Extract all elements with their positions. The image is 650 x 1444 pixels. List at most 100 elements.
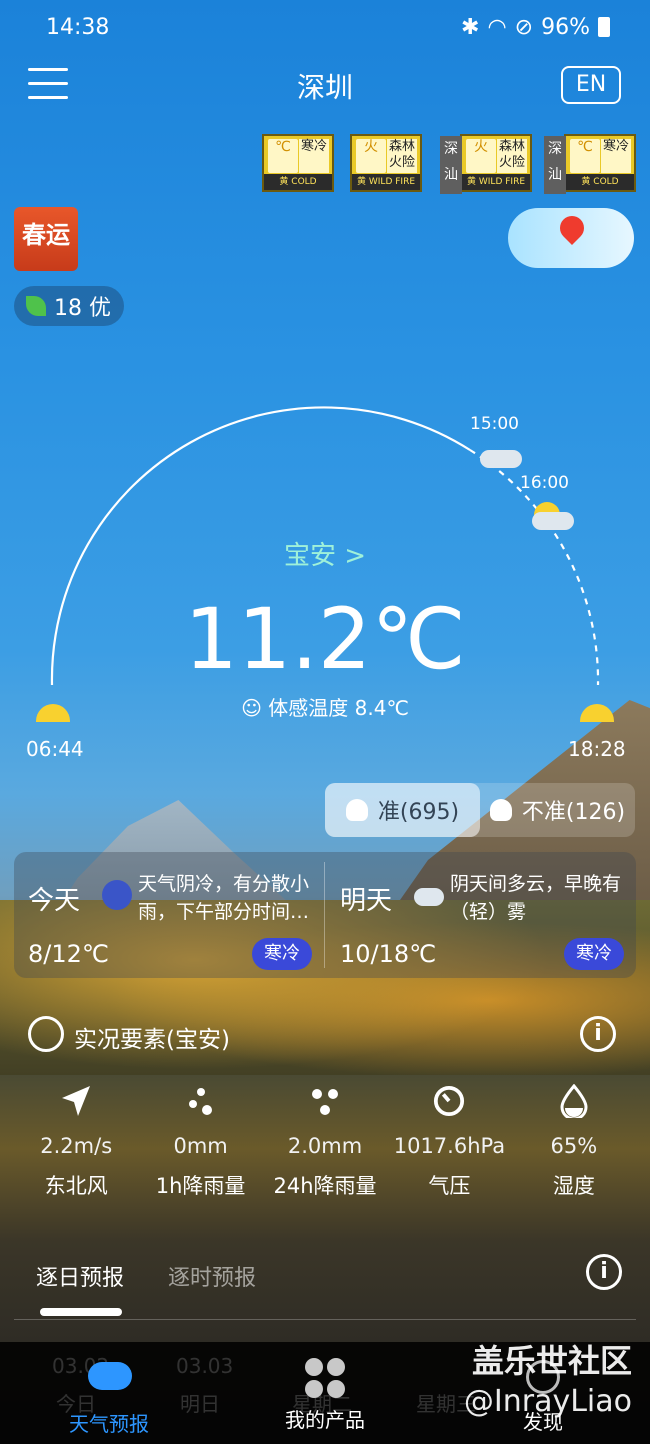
rain-1h-item[interactable]: 0mm 1h降雨量 <box>138 1066 262 1216</box>
cold-badge: 寒冷 <box>564 938 624 970</box>
tab-daily[interactable]: 逐日预报 <box>36 1260 124 1292</box>
nav-products[interactable]: 我的产品 <box>260 1356 390 1433</box>
feels-like-text: 体感温度 8.4℃ <box>268 696 409 720</box>
observation-title: 实况要素(宝安) <box>74 1027 230 1053</box>
day-card-today[interactable]: 今天 天气阴冷，有分散小雨，下午部分时间… 8/12℃ 寒冷 <box>14 852 324 978</box>
day-description: 阴天间多云，早晚有（轻）雾 <box>450 873 622 923</box>
feels-like: ☺ 体感温度 8.4℃ <box>0 692 650 721</box>
warning-kind: 寒冷 <box>601 139 631 173</box>
nav-weather-label: 天气预报 <box>69 1412 149 1436</box>
location-link[interactable]: 宝安 > <box>0 535 650 572</box>
cloud-icon <box>414 888 444 906</box>
humidity-label: 湿度 <box>552 1174 595 1198</box>
warning-code: 黄 COLD <box>264 174 332 190</box>
ghost-label: 明日 <box>180 1392 220 1416</box>
divider <box>324 862 325 968</box>
ghost-date: 03.03 <box>176 1354 234 1378</box>
warning-code: 黄 WILD FIRE <box>462 174 530 190</box>
observation-items: 2.2m/s 东北风 0mm 1h降雨量 2.0mm 24h降雨量 1017.6… <box>14 1066 636 1216</box>
nav-weather[interactable]: 天气预报 <box>44 1356 174 1437</box>
day-forecast-cards: 今天 天气阴冷，有分散小雨，下午部分时间… 8/12℃ 寒冷 明天 阴天间多云，… <box>14 852 636 978</box>
rain-24h-item[interactable]: 2.0mm 24h降雨量 <box>263 1066 387 1216</box>
cloud-icon <box>480 450 522 468</box>
thermometer-icon: ℃ <box>268 139 298 173</box>
cold-person-icon <box>102 880 132 910</box>
info-icon[interactable]: i <box>580 1016 616 1052</box>
wind-speed: 2.2m/s <box>40 1134 113 1158</box>
pressure-item[interactable]: 1017.6hPa 气压 <box>387 1066 511 1216</box>
weather-map-button[interactable] <box>508 208 634 268</box>
app-header: 深圳 EN <box>0 60 650 110</box>
aqi-value: 18 优 <box>54 296 111 321</box>
pressure-gauge-icon <box>434 1085 465 1117</box>
time-label-1600: 16:00 <box>520 473 569 493</box>
current-temperature: 11.2℃ <box>184 590 466 688</box>
wind-item[interactable]: 2.2m/s 东北风 <box>14 1066 138 1216</box>
warning-code: 黄 WILD FIRE <box>352 174 420 190</box>
wilted-flower-icon <box>489 799 512 821</box>
spring-festival-badge[interactable]: 春运 <box>14 207 78 271</box>
warning-shenshan-wildfire[interactable]: 深汕 火 森林火险 黄 WILD FIRE <box>440 134 532 194</box>
aqi-badge[interactable]: 18 优 <box>14 286 124 326</box>
nav-products-label: 我的产品 <box>285 1408 365 1432</box>
thermometer-icon: ℃ <box>570 139 600 173</box>
rain-drops-icon <box>312 1089 339 1115</box>
person-icon: ☺ <box>241 696 262 720</box>
language-button[interactable]: EN <box>561 66 621 104</box>
day-name: 明天 <box>340 886 393 916</box>
warning-code: 黄 COLD <box>566 174 634 190</box>
city-title: 深圳 <box>296 71 353 104</box>
inaccurate-button[interactable]: 不准(126) <box>480 783 635 837</box>
leaf-icon <box>26 296 46 316</box>
wifi-icon: ◠ <box>487 14 507 40</box>
elements-icon <box>28 1016 64 1052</box>
wind-direction: 东北风 <box>44 1174 108 1198</box>
warning-kind: 森林火险 <box>387 139 417 173</box>
day-card-tomorrow[interactable]: 明天 阴天间多云，早晚有（轻）雾 10/18℃ 寒冷 <box>326 852 636 978</box>
warning-cold[interactable]: ℃ 寒冷 黄 COLD <box>262 134 334 192</box>
status-icons: ✱ ◠ ⊘ 96% <box>461 15 610 40</box>
warning-region: 深汕 <box>440 136 462 194</box>
pressure-label: 气压 <box>428 1174 471 1198</box>
day-name: 今天 <box>28 886 81 916</box>
status-bar: 14:38 ✱ ◠ ⊘ 96% <box>0 0 650 54</box>
forecast-tabs: 逐日预报 逐时预报 i <box>14 1240 636 1320</box>
accurate-button[interactable]: 准(695) <box>325 783 480 837</box>
warning-wildfire[interactable]: 火 森林火险 黄 WILD FIRE <box>350 134 422 192</box>
tab-indicator <box>40 1308 122 1316</box>
rain-24h-label: 24h降雨量 <box>273 1174 377 1198</box>
cold-badge: 寒冷 <box>252 938 312 970</box>
pressure-value: 1017.6hPa <box>393 1134 506 1158</box>
warning-icons: ℃ 寒冷 黄 COLD 火 森林火险 黄 WILD FIRE 深汕 火 森林火险… <box>262 134 636 194</box>
sunset-time: 18:28 <box>568 737 626 761</box>
bluetooth-icon: ✱ <box>461 14 480 40</box>
day-temperature: 10/18℃ <box>340 940 437 968</box>
humidity-item[interactable]: 65% 湿度 <box>512 1066 636 1216</box>
warning-kind: 寒冷 <box>299 139 329 173</box>
inaccurate-count: 不准(126) <box>521 800 626 825</box>
rain-1h-label: 1h降雨量 <box>155 1174 246 1198</box>
info-icon[interactable]: i <box>586 1254 622 1290</box>
fire-icon: 火 <box>466 139 496 173</box>
warning-kind: 森林火险 <box>497 139 527 173</box>
observation-header: 实况要素(宝安) i <box>28 1016 628 1056</box>
rain-1h-value: 0mm <box>173 1134 228 1158</box>
warning-shenshan-cold[interactable]: 深汕 ℃ 寒冷 黄 COLD <box>544 134 636 194</box>
cloud-icon <box>88 1362 132 1402</box>
sunrise-time: 06:44 <box>26 737 84 761</box>
accurate-count: 准(695) <box>377 800 460 825</box>
day-description: 天气阴冷，有分散小雨，下午部分时间… <box>138 873 310 923</box>
grid-icon <box>304 1358 346 1398</box>
fire-icon: 火 <box>356 139 386 173</box>
day-temperature: 8/12℃ <box>28 940 109 968</box>
tab-hourly[interactable]: 逐时预报 <box>168 1260 256 1292</box>
time-label-1500: 15:00 <box>470 414 519 434</box>
battery-percent: 96% <box>541 14 590 40</box>
rain-drops-icon <box>188 1088 212 1115</box>
flower-icon <box>345 799 368 821</box>
status-time: 14:38 <box>46 14 110 40</box>
rain-24h-value: 2.0mm <box>287 1134 363 1158</box>
watermark-community: 盖乐世社区 <box>471 1342 632 1380</box>
map-pin-icon <box>555 211 589 245</box>
dnd-icon: ⊘ <box>514 14 534 40</box>
